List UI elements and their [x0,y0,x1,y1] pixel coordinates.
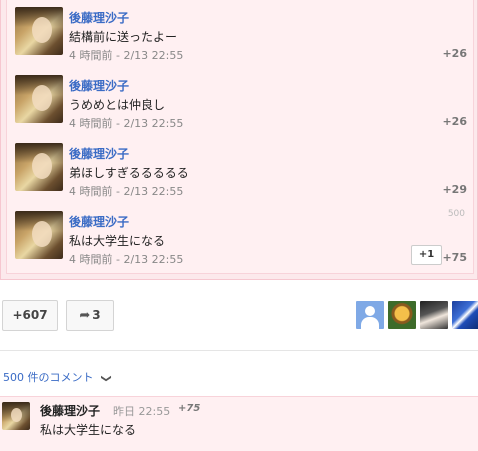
chevron-down-icon: ❯ [100,374,112,383]
comments-count-label: 500 件のコメント [3,371,94,384]
comment-text: 結構前に送ったよー [69,30,178,44]
avatar[interactable] [15,7,63,55]
avatar[interactable] [15,211,63,259]
comment-timestamp: 4 時間前 - 2/13 22:55 [69,253,184,266]
comment-score: +75 [442,251,467,264]
divider [0,350,478,351]
comment-score: +26 [442,115,467,128]
comment-timestamp: 4 時間前 - 2/13 22:55 [69,49,184,62]
comment-item: 後藤理沙子 結構前に送ったよー 4 時間前 - 2/13 22:55 +26 [7,0,475,66]
comment-author[interactable]: 後藤理沙子 [69,9,129,26]
avatar[interactable] [15,143,63,191]
comment-count: 500 [447,209,465,219]
comment-item: 後藤理沙子 弟ほしすぎるるるるる 4 時間前 - 2/13 22:55 +29 [7,136,475,202]
comment-author[interactable]: 後藤理沙子 [69,77,129,94]
comment-text: うめめとは仲良し [69,98,166,112]
comment-score: +26 [442,47,467,60]
sharer-avatar[interactable] [420,301,448,329]
plus-one-count-button[interactable]: +607 [2,300,58,331]
comment-author[interactable]: 後藤理沙子 [69,145,129,162]
sharer-avatar[interactable] [452,301,478,329]
share-count: 3 [92,308,101,322]
avatar[interactable] [2,402,30,430]
comment-text: 弟ほしすぎるるるるる [69,166,189,180]
share-button[interactable]: ➦ 3 [66,300,114,331]
comment-score: +29 [442,183,467,196]
comment-panel: 後藤理沙子 結構前に送ったよー 4 時間前 - 2/13 22:55 +26 後… [0,0,478,280]
sharer-avatar[interactable] [388,301,416,329]
comment-list: 後藤理沙子 結構前に送ったよー 4 時間前 - 2/13 22:55 +26 後… [6,0,474,274]
comment-timestamp: 4 時間前 - 2/13 22:55 [69,185,184,198]
comment-score: +75 [178,403,201,414]
comment-text: 私は大学生になる [40,423,137,437]
comment-timestamp: 4 時間前 - 2/13 22:55 [69,117,184,130]
comment-item: 後藤理沙子 うめめとは仲良し 4 時間前 - 2/13 22:55 +26 [7,68,475,134]
comment-item: 後藤理沙子 私は大学生になる 4 時間前 - 2/13 22:55 500 +1… [7,204,475,270]
comment-author[interactable]: 後藤理沙子 [40,402,100,419]
default-avatar-icon[interactable] [356,301,384,329]
comment-timestamp: 昨日 22:55 [113,405,171,418]
comment-author[interactable]: 後藤理沙子 [69,213,129,230]
comment-text: 私は大学生になる [69,234,166,248]
avatar[interactable] [15,75,63,123]
comments-toggle-link[interactable]: 500 件のコメント ❯ [3,369,112,385]
share-arrow-icon: ➦ [79,308,91,323]
latest-comment: 後藤理沙子 昨日 22:55 +75 私は大学生になる [0,396,478,451]
plus-one-button[interactable]: +1 [411,245,442,265]
